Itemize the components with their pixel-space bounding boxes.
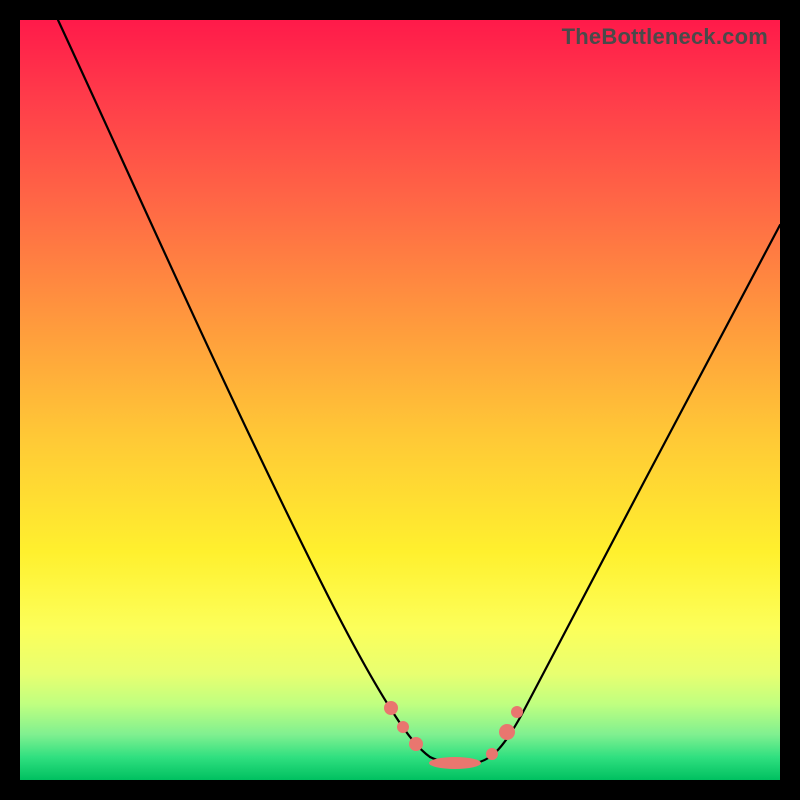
marker-dot: [486, 748, 498, 760]
marker-dot: [499, 724, 515, 740]
marker-dot: [397, 721, 409, 733]
bottleneck-curve-svg: [20, 20, 780, 780]
curve-markers: [384, 701, 523, 769]
marker-dot: [384, 701, 398, 715]
curve-left-branch: [58, 20, 430, 757]
marker-bar: [429, 757, 481, 769]
marker-dot: [409, 737, 423, 751]
bottleneck-curve: [58, 20, 780, 764]
chart-frame: TheBottleneck.com: [0, 0, 800, 800]
plot-area: TheBottleneck.com: [20, 20, 780, 780]
marker-dot: [511, 706, 523, 718]
curve-right-branch: [490, 225, 780, 757]
